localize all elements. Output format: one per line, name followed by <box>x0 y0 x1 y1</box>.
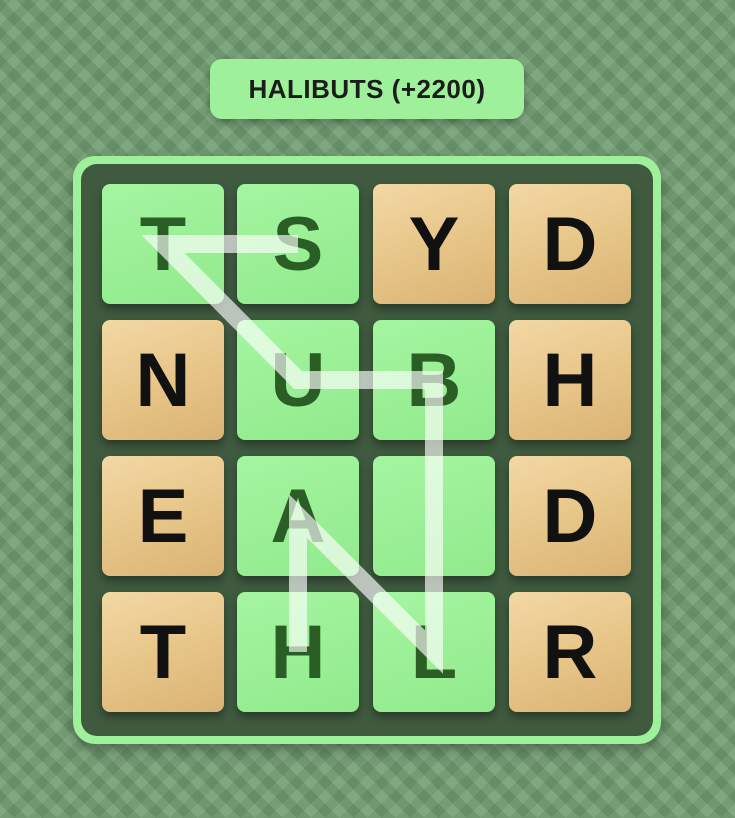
tile-r3-c2[interactable]: A <box>237 456 359 576</box>
tile-r4-c1[interactable]: T <box>102 592 224 712</box>
tile-r1-c1[interactable]: T <box>102 184 224 304</box>
tile-r4-c4[interactable]: R <box>509 592 631 712</box>
tile-r4-c2[interactable]: H <box>237 592 359 712</box>
tile-r1-c2[interactable]: S <box>237 184 359 304</box>
tile-r2-c1[interactable]: N <box>102 320 224 440</box>
tile-r3-c1[interactable]: E <box>102 456 224 576</box>
tile-r3-c4[interactable]: D <box>509 456 631 576</box>
found-word-banner: HALIBUTS (+2200) <box>210 59 524 119</box>
tile-r2-c4[interactable]: H <box>509 320 631 440</box>
tile-r2-c3[interactable]: B <box>373 320 495 440</box>
tile-r4-c3[interactable]: L <box>373 592 495 712</box>
tile-r3-c3[interactable] <box>373 456 495 576</box>
tile-r1-c4[interactable]: D <box>509 184 631 304</box>
tile-r1-c3[interactable]: Y <box>373 184 495 304</box>
tile-r2-c2[interactable]: U <box>237 320 359 440</box>
